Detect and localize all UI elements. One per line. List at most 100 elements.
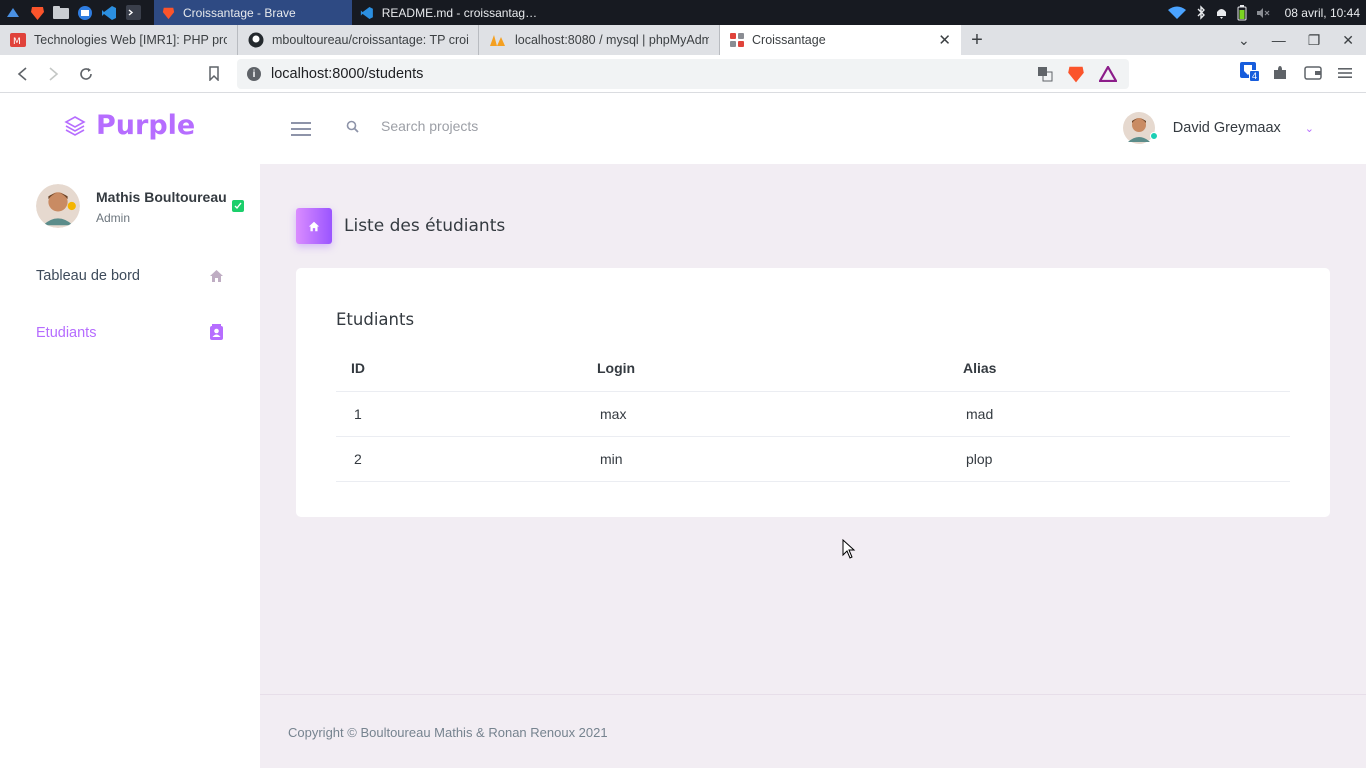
web-page: Purple David Greymaax ⌄ Mathis Boultoure… (0, 94, 1366, 768)
files-launcher-icon[interactable] (52, 4, 70, 22)
top-navbar: Purple David Greymaax ⌄ (0, 94, 1366, 164)
table-row: 2 min plop (336, 436, 1290, 482)
sidebar-item-label: Tableau de bord (36, 268, 140, 284)
wifi-icon[interactable] (1167, 6, 1187, 20)
sidebar-toggle-icon[interactable] (291, 122, 311, 140)
layers-icon (64, 115, 86, 136)
sidebar-item-label: Etudiants (36, 324, 97, 341)
avatar (1122, 112, 1158, 144)
students-table: ID Login Alias 1 max mad 2 min plop (336, 346, 1290, 482)
address-bar[interactable]: i localhost:8000/students (237, 59, 1129, 89)
system-tray: 08 avril, 10:44 (1167, 4, 1366, 21)
column-header-id: ID (336, 346, 582, 392)
window-controls: ⌄ — ❐ ✕ (1238, 32, 1366, 49)
extensions-puzzle-icon[interactable] (1272, 65, 1288, 81)
translate-icon[interactable] (1037, 66, 1053, 82)
page-header: Liste des étudiants (296, 208, 505, 244)
taskbar-launchers (0, 4, 154, 22)
sidebar-item-students[interactable]: Etudiants (36, 324, 224, 341)
extensions-area: 4 (1240, 62, 1352, 83)
tab-search-icon[interactable]: ⌄ (1238, 32, 1250, 49)
wallet-icon[interactable] (1304, 65, 1322, 80)
taskbar-window-brave[interactable]: Croissantage - Brave (154, 0, 352, 25)
main-content: Liste des étudiants Etudiants ID Login A… (260, 164, 1366, 768)
online-status-dot (1149, 132, 1158, 140)
taskbar-window-vscode[interactable]: README.md - croissantage ... (352, 0, 550, 25)
cell-login: max (582, 391, 948, 437)
search-bar (346, 118, 681, 134)
sidebar-user-card[interactable]: Mathis Boultoureau Admin (36, 184, 246, 228)
app-icon (730, 33, 744, 47)
minimize-icon[interactable]: — (1272, 32, 1286, 48)
maximize-icon[interactable]: ❐ (1308, 32, 1321, 49)
profile-dropdown[interactable]: David Greymaax ⌄ (1122, 112, 1314, 144)
phpmyadmin-icon (490, 35, 505, 46)
footer: Copyright © Boultoureau Mathis & Ronan R… (260, 694, 1366, 768)
menu-icon[interactable] (1338, 66, 1352, 80)
sidebar-item-dashboard[interactable]: Tableau de bord (36, 268, 224, 284)
notification-bell-icon[interactable] (1215, 6, 1228, 20)
brave-rewards-icon[interactable] (1099, 66, 1117, 82)
tab-label: Technologies Web [IMR1]: PHP proje (34, 33, 227, 47)
tab-label: Croissantage (752, 33, 826, 47)
vscode-icon (360, 6, 373, 19)
tab-phpmyadmin[interactable]: localhost:8080 / mysql | phpMyAdm (479, 25, 720, 55)
brave-launcher-icon[interactable] (28, 4, 46, 22)
column-header-alias: Alias (948, 346, 1290, 392)
bitwarden-extension-icon[interactable]: 4 (1240, 62, 1261, 83)
url-text[interactable]: localhost:8000/students (271, 66, 423, 82)
start-menu-icon[interactable] (4, 4, 22, 22)
tab-moodle[interactable]: M Technologies Web [IMR1]: PHP proje (0, 25, 238, 55)
terminal-launcher-icon[interactable] (124, 4, 142, 22)
search-icon (346, 120, 359, 133)
battery-icon[interactable] (1237, 4, 1247, 21)
forward-icon[interactable] (38, 58, 70, 90)
students-card: Etudiants ID Login Alias 1 max mad 2 min… (296, 268, 1330, 517)
github-icon (248, 32, 264, 48)
brave-icon (162, 7, 175, 19)
home-icon (210, 270, 223, 282)
cell-alias: plop (948, 436, 1290, 482)
moodle-icon: M (10, 33, 26, 47)
os-taskbar: Croissantage - Brave README.md - croissa… (0, 0, 1366, 25)
extension-badge: 4 (1249, 70, 1261, 82)
search-input[interactable] (381, 118, 681, 134)
card-title: Etudiants (336, 310, 415, 329)
brand-logo[interactable]: Purple (64, 110, 195, 141)
back-icon[interactable] (6, 58, 38, 90)
page-home-icon (296, 208, 332, 244)
tab-github[interactable]: mboultoureau/croissantage: TP croi (238, 25, 479, 55)
site-info-icon[interactable]: i (247, 67, 261, 81)
new-tab-button[interactable]: + (961, 29, 993, 52)
cell-login: min (582, 436, 948, 482)
clock[interactable]: 08 avril, 10:44 (1285, 6, 1360, 20)
column-header-login: Login (582, 346, 948, 392)
browser-toolbar: i localhost:8000/students 4 (0, 55, 1366, 93)
reload-icon[interactable] (70, 58, 102, 90)
cell-id: 1 (336, 391, 582, 437)
cell-id: 2 (336, 436, 582, 482)
vscode-launcher-icon[interactable] (100, 4, 118, 22)
page-title: Liste des étudiants (344, 216, 506, 236)
taskbar-window-title: Croissantage - Brave (183, 5, 296, 20)
tab-label: localhost:8080 / mysql | phpMyAdm (515, 33, 709, 47)
taskbar-window-title: README.md - croissantage ... (381, 5, 542, 20)
volume-muted-icon[interactable] (1256, 7, 1270, 19)
verified-badge-icon (232, 200, 244, 212)
table-row: 1 max mad (336, 391, 1290, 437)
cell-alias: mad (948, 391, 1290, 437)
brave-shields-icon[interactable] (1067, 64, 1085, 84)
brand-name: Purple (96, 110, 196, 141)
browser-tab-strip: M Technologies Web [IMR1]: PHP proje mbo… (0, 25, 1366, 55)
close-window-icon[interactable]: ✕ (1342, 32, 1354, 49)
profile-name: David Greymaax (1172, 120, 1281, 136)
close-tab-icon[interactable]: ✕ (938, 31, 951, 49)
thunderbird-launcher-icon[interactable] (76, 4, 94, 22)
sidebar-user-role: Admin (96, 211, 131, 225)
tab-croissantage[interactable]: Croissantage ✕ (720, 25, 961, 55)
mouse-cursor-icon (842, 539, 856, 559)
tab-label: mboultoureau/croissantage: TP croi (272, 33, 468, 47)
bluetooth-icon[interactable] (1196, 5, 1206, 20)
bookmark-icon[interactable] (198, 58, 230, 90)
chevron-down-icon: ⌄ (1304, 122, 1314, 135)
